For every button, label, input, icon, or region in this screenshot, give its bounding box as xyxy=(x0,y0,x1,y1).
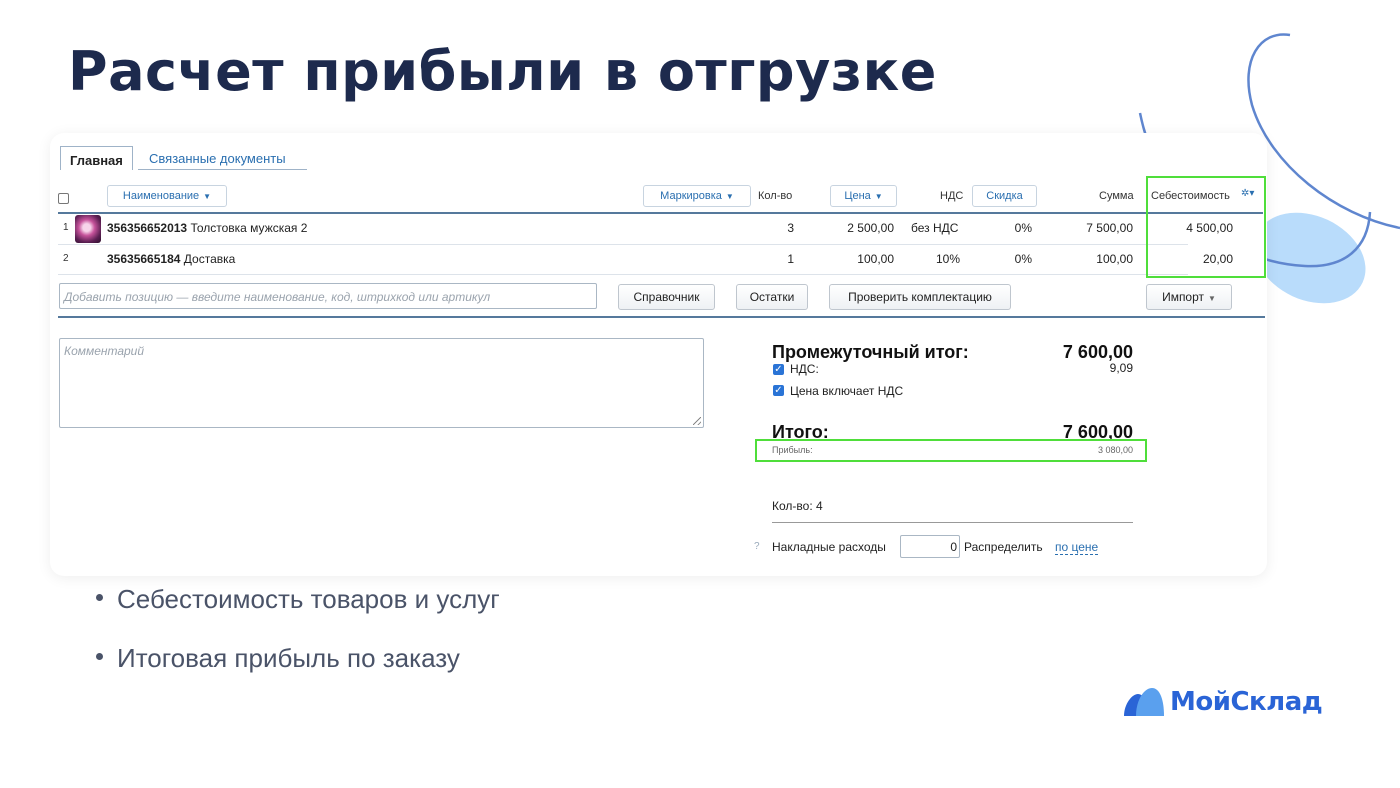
shipment-screenshot-panel: Главная Связанные документы Наименование… xyxy=(50,133,1267,576)
vat-label: НДС: xyxy=(790,362,819,376)
item-name: Толстовка мужская 2 xyxy=(190,221,308,235)
column-name-label: Наименование xyxy=(122,190,200,202)
help-icon[interactable]: ? xyxy=(754,541,760,552)
bullet-dot xyxy=(96,652,103,660)
profit-value: 3 080,00 xyxy=(1097,445,1133,455)
comment-textarea[interactable]: Комментарий xyxy=(59,338,704,428)
import-label: Импорт xyxy=(1162,290,1205,304)
add-position-placeholder: Добавить позицию — введите наименование,… xyxy=(64,290,491,304)
table-row-item[interactable]: 356356652013 Толстовка мужская 2 xyxy=(107,221,307,235)
chevron-down-icon: ▼ xyxy=(725,192,734,201)
tab-underline xyxy=(138,169,307,170)
overhead-label: Накладные расходы xyxy=(772,540,886,554)
product-thumbnail[interactable] xyxy=(75,215,101,243)
row-number: 1 xyxy=(63,222,69,233)
header-divider xyxy=(58,212,1263,214)
item-qty[interactable]: 1 xyxy=(750,252,794,266)
column-sum-header: Сумма xyxy=(1099,190,1134,202)
overhead-value: 0 xyxy=(950,540,957,554)
comment-placeholder: Комментарий xyxy=(64,344,145,358)
distribute-label: Распределить xyxy=(964,540,1043,554)
select-all-checkbox[interactable] xyxy=(58,193,69,204)
cost-column-highlight xyxy=(1146,176,1266,278)
stock-button[interactable]: Остатки xyxy=(736,284,808,310)
item-sum: 100,00 xyxy=(1096,252,1133,266)
section-divider xyxy=(58,316,1265,318)
resize-handle-icon[interactable] xyxy=(693,417,701,425)
column-marking-button[interactable]: Маркировка ▼ xyxy=(643,185,751,207)
qty-total: Кол-во: 4 xyxy=(772,499,823,513)
import-button[interactable]: Импорт ▼ xyxy=(1146,284,1232,310)
column-price-label: Цена xyxy=(844,190,871,202)
item-qty[interactable]: 3 xyxy=(750,221,794,235)
profit-label: Прибыль: xyxy=(772,445,813,455)
totals-divider xyxy=(772,522,1133,523)
chevron-down-icon: ▼ xyxy=(203,192,212,201)
row-divider xyxy=(58,274,1188,275)
overhead-input[interactable]: 0 xyxy=(900,535,960,558)
column-marking-label: Маркировка xyxy=(660,190,722,202)
item-code: 356356652013 xyxy=(107,221,188,235)
price-includes-vat-checkbox[interactable]: ✓ xyxy=(773,385,784,396)
distribute-by-price-link[interactable]: по цене xyxy=(1055,540,1099,555)
decor-arc-2 xyxy=(1247,33,1400,230)
item-name: Доставка xyxy=(183,252,236,266)
column-price-button[interactable]: Цена ▼ xyxy=(830,185,897,207)
bullet-text: Себестоимость товаров и услуг xyxy=(117,584,500,614)
vat-value: 9,09 xyxy=(1109,361,1133,375)
tab-main[interactable]: Главная xyxy=(60,146,133,170)
item-price[interactable]: 2 500,00 xyxy=(814,221,894,235)
check-kit-button[interactable]: Проверить комплектацию xyxy=(829,284,1011,310)
item-discount[interactable]: 0% xyxy=(980,221,1032,235)
slide-title: Расчет прибыли в отгрузке xyxy=(68,40,937,103)
bullet-text: Итоговая прибыль по заказу xyxy=(117,643,460,673)
column-name-button[interactable]: Наименование ▼ xyxy=(107,185,227,207)
column-vat-header: НДС xyxy=(940,190,964,202)
subtotal-value: 7 600,00 xyxy=(1062,342,1133,362)
column-qty-header: Кол-во xyxy=(758,190,793,202)
bullet-item: Себестоимость товаров и услуг xyxy=(96,584,500,615)
subtotal-label: Промежуточный итог: xyxy=(772,342,969,362)
add-position-input[interactable]: Добавить позицию — введите наименование,… xyxy=(59,283,597,309)
item-sum: 7 500,00 xyxy=(1086,221,1133,235)
price-includes-vat-label: Цена включает НДС xyxy=(790,384,904,398)
row-number: 2 xyxy=(63,253,69,264)
logo-mark-icon xyxy=(1124,688,1164,716)
chevron-down-icon: ▼ xyxy=(874,192,883,201)
tab-linked-documents[interactable]: Связанные документы xyxy=(149,151,286,166)
item-price[interactable]: 100,00 xyxy=(814,252,894,266)
bullet-item: Итоговая прибыль по заказу xyxy=(96,643,460,674)
item-vat[interactable]: без НДС xyxy=(911,221,958,235)
item-code: 35635665184 xyxy=(107,252,181,266)
bullet-dot xyxy=(96,593,103,601)
column-discount-button[interactable]: Скидка xyxy=(972,185,1037,207)
item-discount[interactable]: 0% xyxy=(980,252,1032,266)
reference-button[interactable]: Справочник xyxy=(618,284,715,310)
table-row-item[interactable]: 35635665184 Доставка xyxy=(107,252,235,266)
chevron-down-icon: ▼ xyxy=(1208,294,1216,303)
logo-text: МойСклад xyxy=(1170,687,1323,717)
vat-checkbox[interactable]: ✓ xyxy=(773,364,784,375)
row-divider xyxy=(58,244,1188,245)
item-vat[interactable]: 10% xyxy=(936,252,960,266)
